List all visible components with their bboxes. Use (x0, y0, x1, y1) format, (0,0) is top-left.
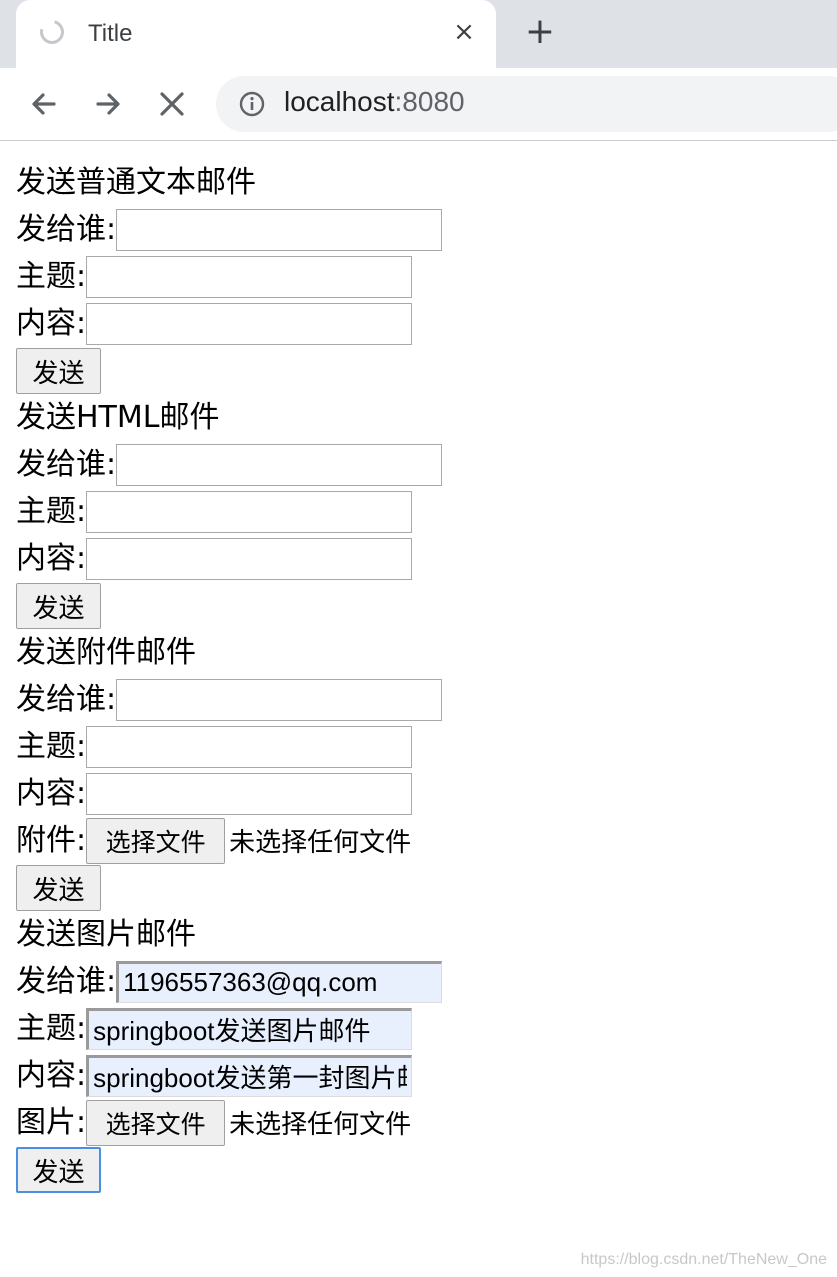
content-input[interactable] (86, 772, 413, 815)
send-button[interactable]: 发送 (16, 865, 101, 911)
url-text[interactable]: localhost:8080 (284, 86, 465, 118)
subject-input[interactable] (86, 255, 413, 298)
subject-row: 主题: (16, 723, 816, 770)
subject-label: 主题: (16, 493, 87, 529)
subject-label: 主题: (16, 728, 87, 764)
subject-input[interactable] (86, 725, 413, 768)
text-mail-heading: 发送普通文本邮件 (16, 165, 256, 200)
send-button[interactable]: 发送 (16, 583, 101, 629)
content-input[interactable] (86, 537, 413, 580)
content-label: 内容: (16, 775, 87, 811)
send-row: 发送 (16, 347, 816, 395)
file-row: 附件: 选择文件 未选择任何文件 (16, 817, 816, 864)
watermark: https://blog.csdn.net/TheNew_One (580, 1251, 827, 1268)
to-input[interactable] (116, 443, 443, 486)
close-tab-icon[interactable]: × (450, 18, 478, 46)
send-button[interactable]: 发送 (16, 348, 101, 394)
subject-label: 主题: (16, 1010, 87, 1046)
content-label: 内容: (16, 1057, 87, 1093)
page-content: 发送普通文本邮件 发给谁: 主题: 内容: 发送 发送HTML邮件 发给谁: 主… (16, 160, 816, 1194)
new-tab-icon[interactable]: + (524, 14, 556, 50)
subject-input[interactable] (86, 490, 413, 533)
subject-row: 主题: (16, 253, 816, 300)
subject-label: 主题: (16, 258, 87, 294)
url-host: localhost (284, 86, 395, 117)
content-row: 内容: (16, 1052, 816, 1099)
to-row: 发给谁: (16, 676, 816, 723)
tab-strip: Title × + (0, 0, 837, 68)
content-row: 内容: (16, 535, 816, 582)
attachment-mail-form: 发送附件邮件 发给谁: 主题: 内容: 附件: 选择文件 未选择任何文件 发送 (16, 630, 816, 912)
file-row: 图片: 选择文件 未选择任何文件 (16, 1099, 816, 1146)
content-label: 内容: (16, 305, 87, 341)
send-row: 发送 (16, 864, 816, 912)
browser-toolbar: localhost:8080 (0, 68, 837, 141)
file-label: 附件: (16, 822, 87, 858)
to-row: 发给谁: (16, 206, 816, 253)
choose-file-button[interactable]: 选择文件 (86, 1099, 226, 1146)
content-input[interactable] (86, 302, 413, 345)
to-label: 发给谁: (16, 211, 117, 247)
subject-row: 主题: (16, 488, 816, 535)
to-input[interactable] (116, 678, 443, 721)
image-mail-heading: 发送图片邮件 (16, 917, 196, 952)
file-status: 未选择任何文件 (229, 1110, 412, 1140)
send-row: 发送 (16, 582, 816, 630)
content-row: 内容: (16, 770, 816, 817)
file-label: 图片: (16, 1104, 87, 1140)
content-label: 内容: (16, 540, 87, 576)
html-mail-heading: 发送HTML邮件 (16, 400, 220, 435)
active-tab[interactable]: Title × (16, 0, 496, 68)
attachment-mail-heading: 发送附件邮件 (16, 635, 196, 670)
subject-row: 主题: (16, 1005, 816, 1052)
file-status: 未选择任何文件 (229, 828, 412, 858)
content-row: 内容: (16, 300, 816, 347)
image-mail-form: 发送图片邮件 发给谁: 主题: 内容: 图片: 选择文件 未选择任何文件 发送 (16, 912, 816, 1194)
address-bar[interactable]: localhost:8080 (216, 76, 837, 132)
to-label: 发给谁: (16, 446, 117, 482)
subject-input[interactable] (86, 1007, 413, 1050)
loading-spinner-icon (35, 15, 69, 49)
to-input[interactable] (116, 208, 443, 251)
send-row: 发送 (16, 1146, 816, 1194)
to-label: 发给谁: (16, 681, 117, 717)
choose-file-button[interactable]: 选择文件 (86, 817, 226, 864)
content-input[interactable] (86, 1054, 413, 1097)
to-row: 发给谁: (16, 441, 816, 488)
to-label: 发给谁: (16, 963, 117, 999)
send-button[interactable]: 发送 (16, 1147, 101, 1193)
back-arrow-icon[interactable] (24, 84, 64, 124)
url-port: :8080 (394, 86, 465, 117)
forward-arrow-icon[interactable] (88, 84, 128, 124)
to-input[interactable] (116, 960, 443, 1003)
to-row: 发给谁: (16, 958, 816, 1005)
text-mail-form: 发送普通文本邮件 发给谁: 主题: 内容: 发送 (16, 160, 816, 395)
html-mail-form: 发送HTML邮件 发给谁: 主题: 内容: 发送 (16, 395, 816, 630)
stop-loading-icon[interactable] (152, 84, 192, 124)
site-info-icon[interactable] (238, 90, 266, 118)
tab-title: Title (88, 20, 133, 47)
